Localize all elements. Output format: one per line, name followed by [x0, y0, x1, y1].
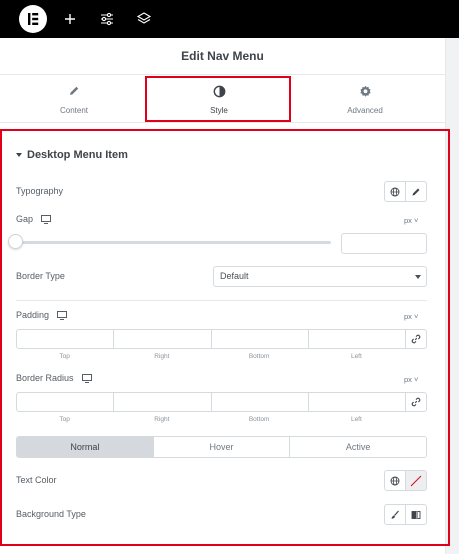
dim-label-top: Top: [59, 353, 70, 360]
dim-label-bottom: Bottom: [248, 416, 270, 423]
globe-icon[interactable]: [385, 471, 405, 490]
text-color-label: Text Color: [16, 475, 57, 485]
state-tab-hover[interactable]: Hover: [152, 437, 290, 457]
tab-content-label: Content: [59, 106, 89, 115]
section-title: Desktop Menu Item: [27, 149, 128, 161]
gap-slider-handle[interactable]: [8, 234, 23, 249]
gap-label-text: Gap: [16, 214, 34, 224]
radius-left-input[interactable]: [307, 392, 406, 412]
padding-label-text: Padding: [16, 310, 50, 320]
border-type-value: Default: [220, 271, 249, 281]
gap-label: Gap: [16, 214, 52, 224]
padding-unit: px: [404, 312, 412, 321]
globe-icon[interactable]: [385, 182, 405, 201]
caret-down-icon: [16, 153, 22, 157]
text-color-label-text: Text Color: [16, 475, 57, 485]
pencil-icon: [0, 85, 148, 98]
pencil-edit-icon[interactable]: [405, 182, 426, 201]
border-radius-label-text: Border Radius: [16, 373, 74, 383]
padding-left-input[interactable]: [307, 329, 406, 349]
layers-icon[interactable]: [135, 10, 153, 28]
gap-unit-selector[interactable]: px ˅: [404, 216, 418, 225]
radius-bottom-input[interactable]: [210, 392, 309, 412]
add-icon[interactable]: [61, 10, 79, 28]
border-radius-unit-selector[interactable]: px ˅: [404, 375, 418, 384]
padding-unit-selector[interactable]: px ˅: [404, 312, 418, 321]
gap-input[interactable]: [341, 233, 427, 254]
link-values-icon[interactable]: [405, 392, 427, 412]
divider: [16, 300, 427, 301]
section-toggle[interactable]: Desktop Menu Item: [16, 149, 128, 161]
elementor-logo-icon[interactable]: [19, 5, 47, 33]
tab-content[interactable]: Content: [0, 75, 148, 123]
typography-label-text: Typography: [16, 186, 64, 196]
gradient-icon[interactable]: [405, 505, 426, 524]
dim-label-top: Top: [59, 416, 70, 423]
style-tab-highlight: [145, 76, 291, 122]
gap-unit: px: [404, 216, 412, 225]
background-type-label-text: Background Type: [16, 509, 86, 519]
dim-label-right: Right: [154, 416, 170, 423]
gap-slider-track[interactable]: [16, 241, 331, 244]
dropdown-arrow-icon: [415, 275, 421, 279]
dim-label-left: Left: [350, 353, 362, 360]
border-type-label-text: Border Type: [16, 271, 65, 281]
brush-icon[interactable]: [385, 505, 405, 524]
border-radius-label: Border Radius: [16, 373, 92, 383]
padding-top-input[interactable]: [16, 329, 115, 349]
gear-icon: [291, 85, 439, 98]
panel-title: Edit Nav Menu: [0, 38, 445, 75]
radius-top-input[interactable]: [16, 392, 115, 412]
background-type-controls: [384, 504, 427, 525]
border-radius-inputs: [16, 392, 406, 412]
border-type-label: Border Type: [16, 271, 65, 281]
border-radius-unit: px: [404, 375, 412, 384]
state-tab-normal[interactable]: Normal: [17, 437, 153, 457]
border-type-select[interactable]: Default: [213, 266, 427, 287]
typography-controls: [384, 181, 427, 202]
tab-advanced[interactable]: Advanced: [291, 75, 439, 123]
padding-bottom-input[interactable]: [210, 329, 309, 349]
color-swatch-empty-icon[interactable]: [405, 471, 426, 490]
desktop-monitor-icon[interactable]: [41, 214, 52, 224]
dim-label-right: Right: [154, 353, 170, 360]
desktop-monitor-icon[interactable]: [81, 373, 92, 383]
padding-label: Padding: [16, 310, 68, 320]
sliders-icon[interactable]: [98, 10, 116, 28]
state-tabs: Normal Hover Active: [16, 436, 427, 458]
padding-inputs: [16, 329, 406, 349]
link-values-icon[interactable]: [405, 329, 427, 349]
radius-right-input[interactable]: [113, 392, 212, 412]
top-toolbar: [0, 0, 459, 38]
text-color-controls: [384, 470, 427, 491]
dim-label-bottom: Bottom: [248, 353, 270, 360]
tab-advanced-label: Advanced: [347, 106, 383, 115]
dim-label-left: Left: [350, 416, 362, 423]
padding-dimension-labels: Top Right Bottom Left: [16, 353, 405, 360]
desktop-monitor-icon[interactable]: [57, 310, 68, 320]
radius-dimension-labels: Top Right Bottom Left: [16, 416, 405, 423]
padding-right-input[interactable]: [113, 329, 212, 349]
background-type-label: Background Type: [16, 509, 86, 519]
typography-label: Typography: [16, 186, 63, 196]
state-tab-active[interactable]: Active: [289, 437, 426, 457]
